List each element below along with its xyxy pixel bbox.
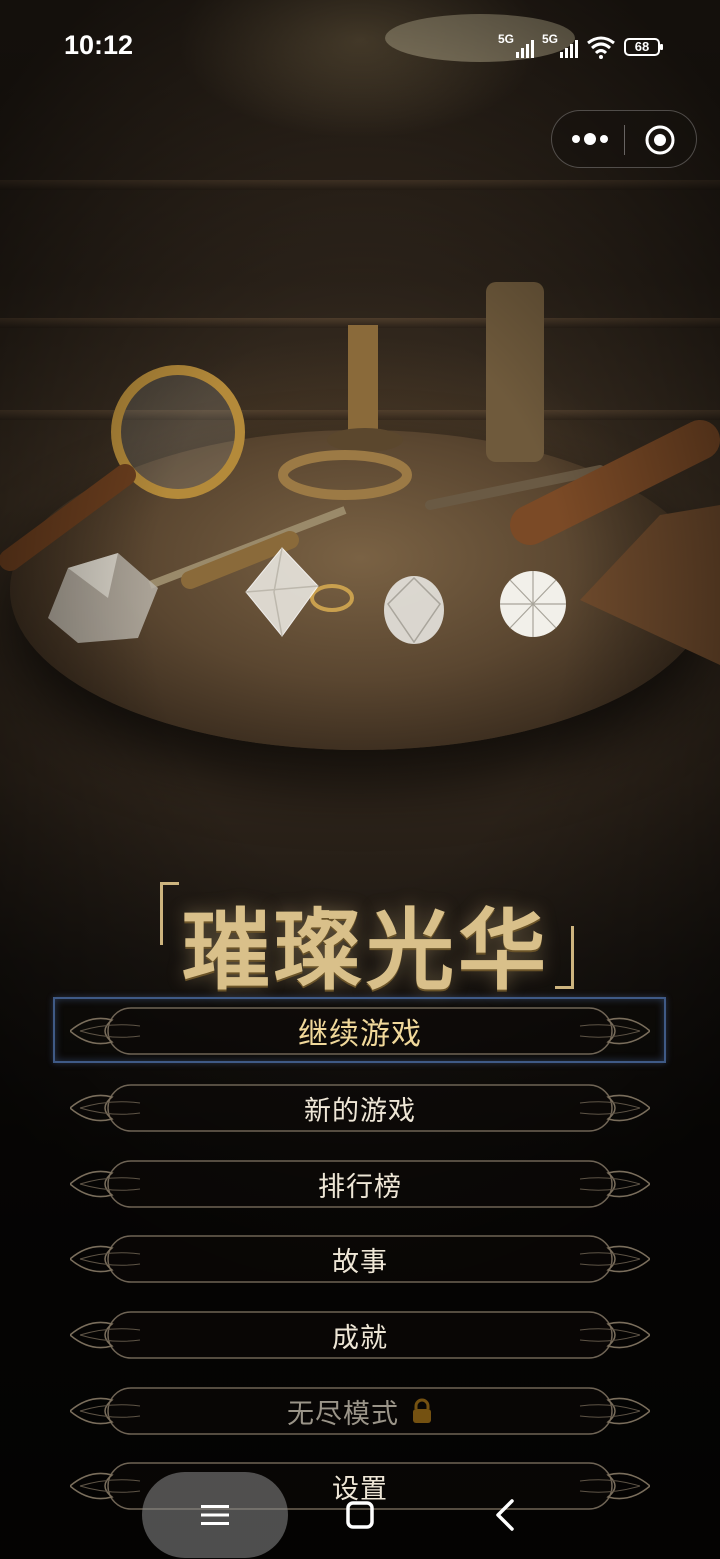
capsule-divider xyxy=(624,125,625,155)
brilliant-diamond xyxy=(500,571,566,637)
menu-button[interactable]: 故事 xyxy=(70,1232,650,1286)
menu-button[interactable]: 新的游戏 xyxy=(70,1081,650,1135)
signal-icon: 5G xyxy=(498,32,534,60)
cut-diamond xyxy=(384,576,444,644)
wifi-icon xyxy=(587,36,615,59)
menu-button-label: 故事 xyxy=(332,1246,388,1278)
menu-icon[interactable] xyxy=(199,1502,231,1528)
octahedron-diamond xyxy=(245,547,319,637)
game-title-block: 璀璨光华 xyxy=(150,870,580,1002)
capsule-menu xyxy=(551,110,697,168)
title-bracket-left xyxy=(160,882,179,945)
menu-button[interactable]: 继续游戏 xyxy=(70,1004,650,1058)
more-dots-icon[interactable] xyxy=(570,127,610,151)
menu-button[interactable]: 无尽模式 xyxy=(70,1384,650,1438)
sim2-label: 5G xyxy=(542,32,559,46)
menu-button-label: 无尽模式 xyxy=(287,1398,399,1430)
menu-button-label: 继续游戏 xyxy=(298,1017,422,1052)
menu-button-label: 新的游戏 xyxy=(304,1095,416,1127)
home-icon[interactable] xyxy=(344,1499,376,1531)
rough-diamond xyxy=(48,553,158,643)
battery-icon: 68 xyxy=(624,38,663,56)
menu-button-label: 排行榜 xyxy=(318,1171,402,1203)
game-title: 璀璨光华 xyxy=(182,898,551,1002)
status-time: 10:12 xyxy=(64,30,134,60)
status-bar: 10:12 5G 5G 68 xyxy=(0,0,720,96)
signal-icon: 5G xyxy=(542,32,578,60)
menu-button-label: 成就 xyxy=(332,1322,388,1354)
menu-button[interactable]: 排行榜 xyxy=(70,1157,650,1211)
back-icon[interactable] xyxy=(492,1498,518,1532)
system-nav-bar xyxy=(0,1470,720,1559)
sim1-label: 5G xyxy=(498,32,515,46)
title-bracket-right xyxy=(555,926,574,989)
status-icons: 5G 5G 68 xyxy=(498,32,663,62)
target-close-icon[interactable] xyxy=(644,124,676,156)
menu-button[interactable]: 成就 xyxy=(70,1308,650,1362)
